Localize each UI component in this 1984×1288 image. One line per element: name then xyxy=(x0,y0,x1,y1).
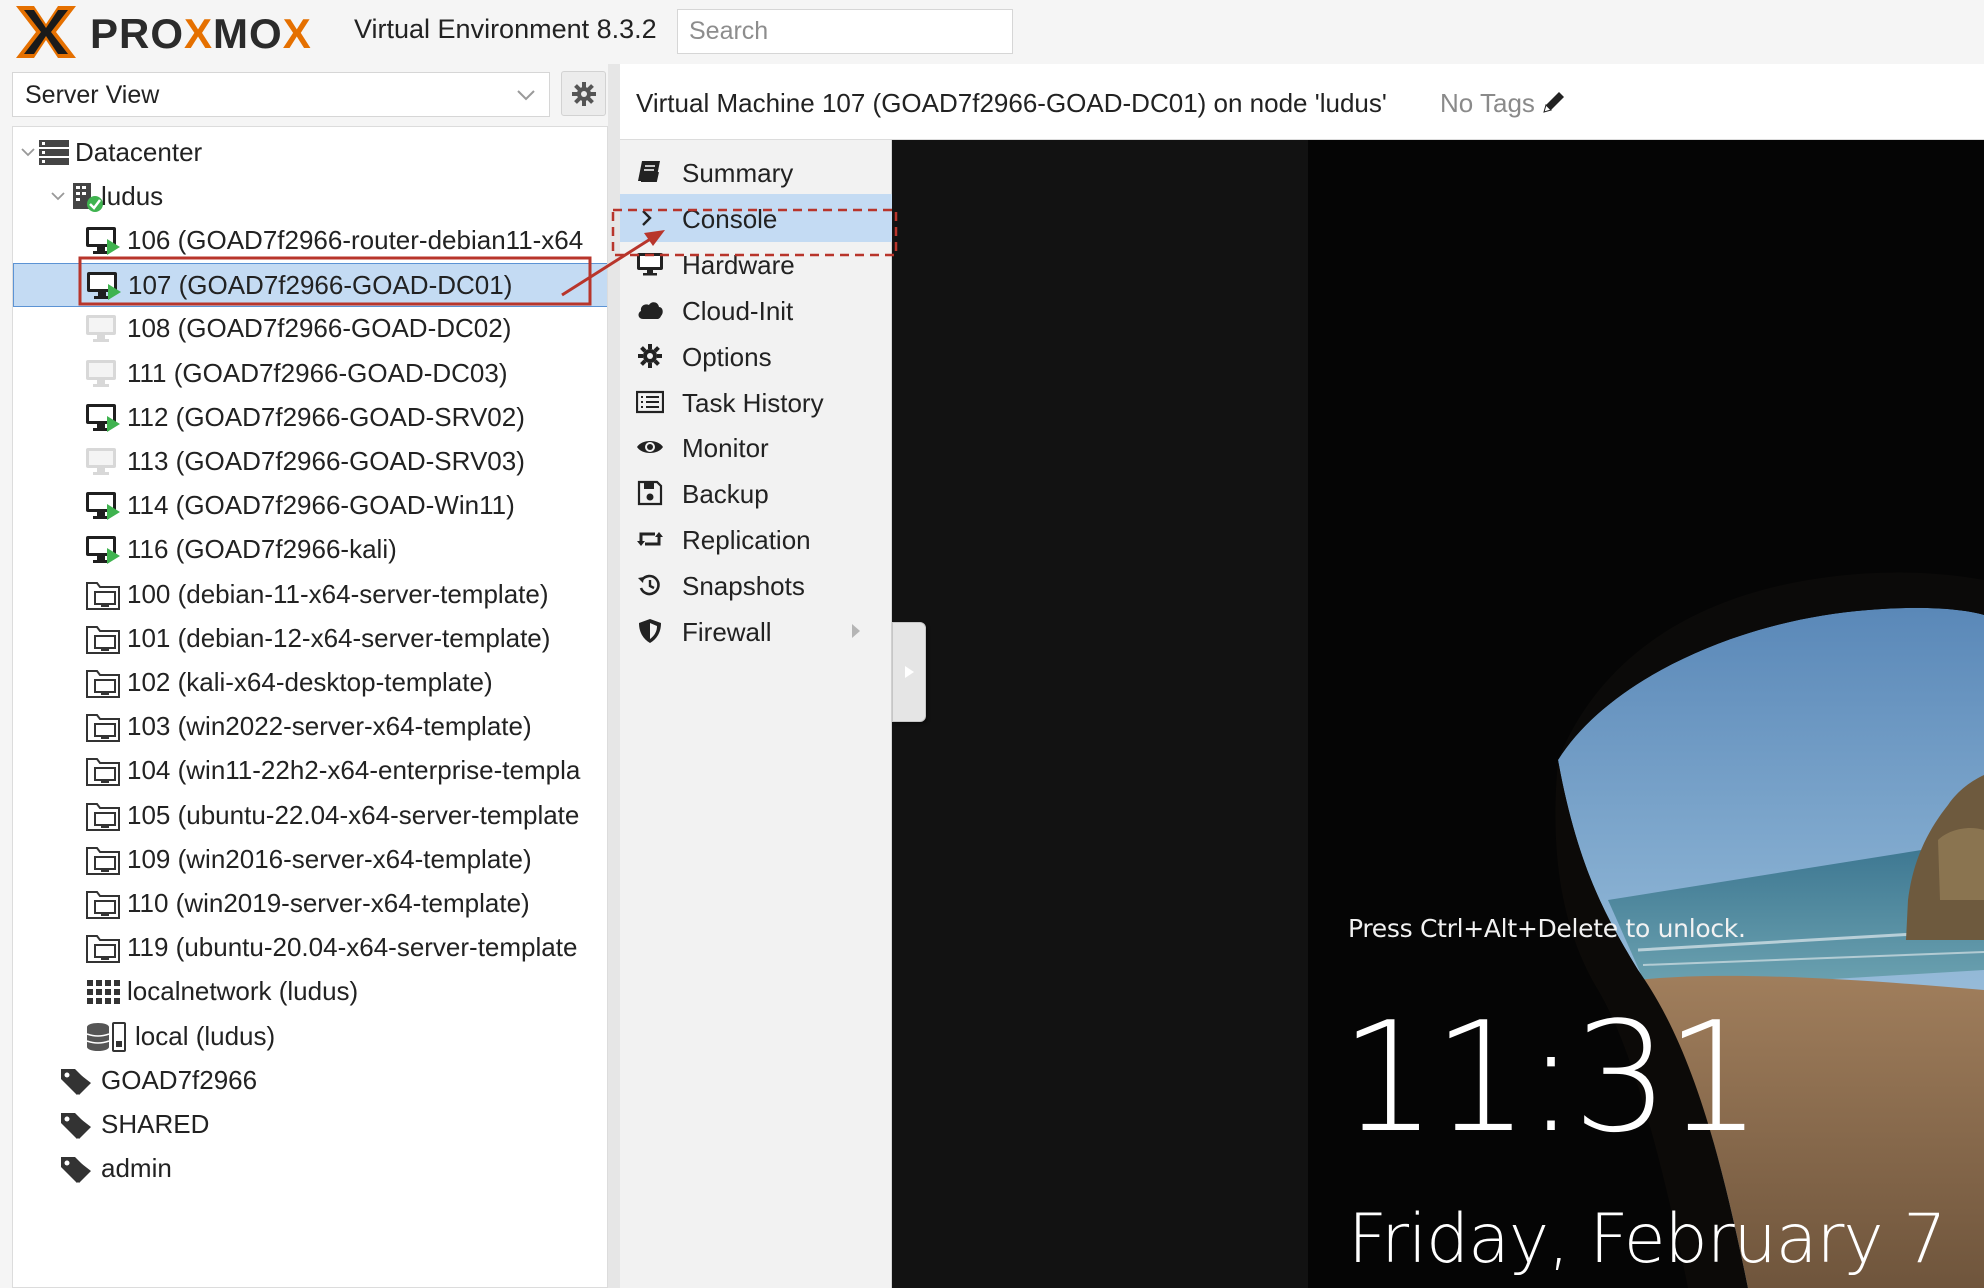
tree-item-vm-stopped[interactable]: 108 (GOAD7f2966-GOAD-DC02) xyxy=(13,307,607,351)
vm-console[interactable]: Press Ctrl+Alt+Delete to unlock. 11:31 F… xyxy=(892,140,1984,1288)
tree-item-vm-stopped[interactable]: 113 (GOAD7f2966-GOAD-SRV03) xyxy=(13,440,607,484)
menu-item-label: Options xyxy=(682,341,772,372)
view-settings-button[interactable] xyxy=(561,71,606,116)
panel-splitter[interactable] xyxy=(608,64,620,1288)
tree-item-label: SHARED xyxy=(101,1109,210,1139)
vm-navigation-menu: Summary Console Hardware Cloud-Init Options T… xyxy=(620,140,892,1288)
chevron-down-icon xyxy=(517,90,535,101)
tree-item-storage[interactable]: local (ludus) xyxy=(13,1015,607,1059)
tree-item-label: local (ludus) xyxy=(135,1020,276,1051)
tree-item-network[interactable]: localnetwork (ludus) xyxy=(13,970,607,1014)
tree-item-label: 107 (GOAD7f2966-GOAD-DC01) xyxy=(128,270,513,301)
menu-item-snapshots[interactable]: Snapshots xyxy=(620,561,892,609)
menu-item-label: Task History xyxy=(682,387,824,418)
tree-item-label: localnetwork (ludus) xyxy=(127,976,359,1007)
tree-item-vm-running[interactable]: 112 (GOAD7f2966-GOAD-SRV02) xyxy=(13,396,607,440)
tree-item-vm-running[interactable]: 106 (GOAD7f2966-router-debian11-x64 xyxy=(13,219,607,263)
proxmox-wordmark: PROXMOX xyxy=(90,10,312,57)
menu-item-label: Snapshots xyxy=(682,571,805,602)
menu-item-label: Replication xyxy=(682,525,811,556)
tree-item-node-ludus[interactable]: ludus xyxy=(13,175,607,219)
tree-item-label: 100 (debian-11-x64-server-template) xyxy=(127,578,549,609)
unlock-hint: Press Ctrl+Alt+Delete to unlock. xyxy=(1348,914,1746,943)
content-header: Virtual Machine 107 (GOAD7f2966-GOAD-DC0… xyxy=(620,64,1984,140)
tags-label: No Tags xyxy=(1440,88,1535,118)
menu-item-label: Firewall xyxy=(682,617,772,647)
tree-item-label: Datacenter xyxy=(75,137,203,167)
resource-tree-panel: Server View Datacenter ludus 106 (GOAD7f29… xyxy=(0,64,620,1288)
lock-screen-time: 11:31 xyxy=(1340,989,1762,1166)
tree-item-tag[interactable]: admin xyxy=(13,1147,607,1191)
triangle-right-icon xyxy=(905,666,914,678)
tree-item-label: 102 (kali-x64-desktop-template) xyxy=(127,667,493,697)
proxmox-window: PROXMOX Virtual Environment 8.3.2 Server… xyxy=(0,0,1984,1288)
product-version: Virtual Environment 8.3.2 xyxy=(354,14,657,44)
tree-item-template[interactable]: 104 (win11-22h2-x64-enterprise-templa xyxy=(13,749,607,793)
tree-item-tag[interactable]: GOAD7f2966 xyxy=(13,1059,607,1103)
tree-item-template[interactable]: 100 (debian-11-x64-server-template) xyxy=(13,573,607,617)
tree-item-template[interactable]: 101 (debian-12-x64-server-template) xyxy=(13,617,607,661)
proxmox-x-logo-icon xyxy=(16,6,76,58)
tree-item-label: 113 (GOAD7f2966-GOAD-SRV03) xyxy=(127,446,525,476)
tree-item-vm-stopped[interactable]: 111 (GOAD7f2966-GOAD-DC03) xyxy=(13,352,607,396)
menu-item-label: Cloud-Init xyxy=(682,295,794,326)
tree-item-datacenter[interactable]: Datacenter xyxy=(13,131,607,175)
tree-item-template[interactable]: 110 (win2019-server-x64-template) xyxy=(13,882,607,926)
menu-item-label: Hardware xyxy=(682,249,795,280)
menu-item-label: Monitor xyxy=(682,433,769,464)
windows-lock-screen[interactable]: Press Ctrl+Alt+Delete to unlock. 11:31 F… xyxy=(1308,140,1984,1288)
tree-item-label: admin xyxy=(101,1153,172,1184)
tree-item-label: 112 (GOAD7f2966-GOAD-SRV02) xyxy=(127,401,525,432)
pencil-icon[interactable] xyxy=(1540,88,1568,116)
submenu-arrow-icon xyxy=(852,624,860,638)
tree-item-label: GOAD7f2966 xyxy=(101,1064,258,1095)
tree-item-label: 103 (win2022-server-x64-template) xyxy=(127,711,532,742)
menu-item-console[interactable]: Console xyxy=(620,193,892,242)
tree-item-template[interactable]: 103 (win2022-server-x64-template) xyxy=(13,705,607,749)
menu-item-firewall[interactable]: Firewall xyxy=(620,607,892,655)
tree-item-label: 116 (GOAD7f2966-kali) xyxy=(127,534,397,565)
tree-item-template[interactable]: 102 (kali-x64-desktop-template) xyxy=(13,661,607,705)
resource-tree: Datacenter ludus 106 (GOAD7f2966-router-de… xyxy=(12,126,608,1288)
tree-item-label: 111 (GOAD7f2966-GOAD-DC03) xyxy=(127,357,508,388)
menu-item-task-history[interactable]: Task History xyxy=(620,378,892,426)
tree-item-template[interactable]: 105 (ubuntu-22.04-x64-server-template xyxy=(13,794,607,838)
tree-item-template[interactable]: 109 (win2016-server-x64-template) xyxy=(13,838,607,882)
tree-item-label: 114 (GOAD7f2966-GOAD-Win11) xyxy=(127,490,515,521)
tree-item-label: 110 (win2019-server-x64-template) xyxy=(127,888,530,918)
tree-item-vm-running[interactable]: 114 (GOAD7f2966-GOAD-Win11) xyxy=(13,484,607,528)
menu-item-label: Backup xyxy=(682,479,769,510)
tree-item-label: 119 (ubuntu-20.04-x64-server-template xyxy=(127,932,578,963)
menu-item-cloud-init[interactable]: Cloud-Init xyxy=(620,286,892,334)
search-input[interactable] xyxy=(677,9,1013,54)
view-selector-value: Server View xyxy=(25,81,160,109)
menu-item-options[interactable]: Options xyxy=(620,332,892,380)
tree-item-label: 106 (GOAD7f2966-router-debian11-x64 xyxy=(127,225,584,255)
tree-item-vm-running[interactable]: 116 (GOAD7f2966-kali) xyxy=(13,528,607,572)
menu-item-label: Console xyxy=(682,203,778,234)
menu-item-monitor[interactable]: Monitor xyxy=(620,423,892,471)
tree-item-label: 104 (win11-22h2-x64-enterprise-templa xyxy=(127,755,581,786)
menu-item-replication[interactable]: Replication xyxy=(620,515,892,563)
tree-item-label: ludus xyxy=(101,181,164,211)
collapse-panel-button[interactable] xyxy=(892,622,926,722)
menu-item-backup[interactable]: Backup xyxy=(620,469,892,517)
tree-item-label: 101 (debian-12-x64-server-template) xyxy=(127,622,551,653)
top-bar: PROXMOX Virtual Environment 8.3.2 xyxy=(0,0,1984,64)
tree-item-vm-running[interactable]: 107 (GOAD7f2966-GOAD-DC01) xyxy=(13,263,607,308)
menu-item-summary[interactable]: Summary xyxy=(620,148,892,196)
menu-item-hardware[interactable]: Hardware xyxy=(620,240,892,288)
tree-item-label: 109 (win2016-server-x64-template) xyxy=(127,843,532,874)
gear-icon xyxy=(572,82,596,106)
tree-item-tag[interactable]: SHARED xyxy=(13,1103,607,1147)
lock-screen-date: Friday, February 7 xyxy=(1348,1200,1947,1279)
view-selector[interactable]: Server View xyxy=(12,72,550,117)
tree-item-template[interactable]: 119 (ubuntu-20.04-x64-server-template xyxy=(13,926,607,970)
proxmox-logo[interactable]: PROXMOX xyxy=(14,4,350,60)
tree-item-label: 108 (GOAD7f2966-GOAD-DC02) xyxy=(127,313,512,344)
page-title: Virtual Machine 107 (GOAD7f2966-GOAD-DC0… xyxy=(636,88,1387,118)
tree-item-label: 105 (ubuntu-22.04-x64-server-template xyxy=(127,799,580,830)
menu-item-label: Summary xyxy=(682,158,794,188)
